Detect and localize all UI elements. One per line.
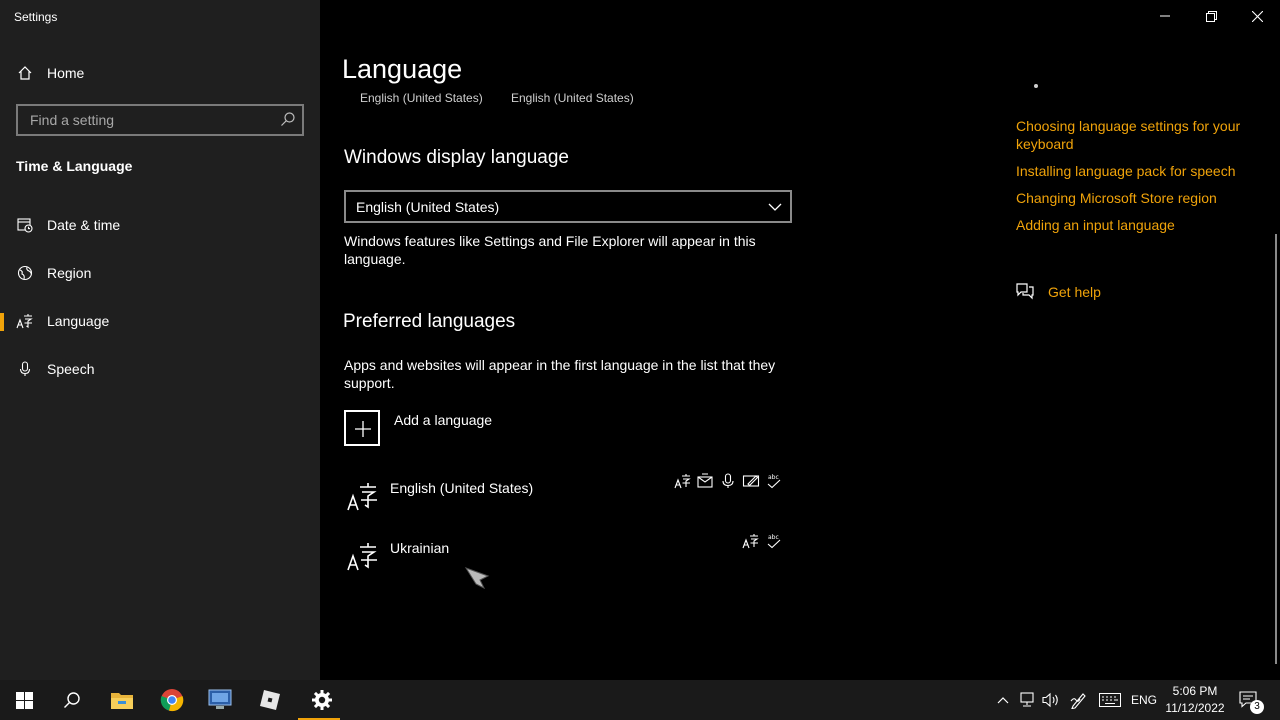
preferred-languages-heading: Preferred languages [343,311,516,332]
taskbar-roblox[interactable] [246,680,294,720]
link-language-pack-speech[interactable]: Installing language pack for speech [1016,162,1266,180]
search-input[interactable] [28,111,272,129]
scrollbar[interactable] [1275,234,1277,664]
sidebar-item-region[interactable]: Region [0,253,320,293]
sidebar-item-label: Date & time [47,217,121,233]
chevron-down-icon [768,200,782,214]
page-title: Language [342,54,463,84]
taskbar-settings[interactable] [298,680,346,720]
display-language-dropdown[interactable]: English (United States) [344,190,792,223]
chevron-up-icon [997,697,1009,704]
restore-icon [1205,10,1217,22]
sidebar-item-language[interactable]: Language [0,301,320,341]
action-center-button[interactable]: 3 [1234,680,1264,720]
search-field[interactable] [16,104,304,136]
chrome-icon [160,689,184,712]
taskbar-file-explorer[interactable] [98,680,146,720]
section-title: Time & Language [16,158,133,174]
language-name: Ukrainian [390,540,450,556]
spellcheck-icon: abc [767,534,781,549]
minimize-button[interactable] [1142,0,1188,32]
roblox-icon [260,690,280,710]
display-language-heading: Windows display language [344,147,569,168]
taskbar-search-button[interactable] [48,680,96,720]
home-icon [16,64,34,82]
settings-gear-icon [312,690,332,710]
sidebar-item-label: Language [47,313,110,329]
language-icon [16,312,34,330]
add-language-button[interactable] [344,410,380,446]
close-icon [1251,10,1263,22]
link-change-store-region[interactable]: Changing Microsoft Store region [1016,189,1266,207]
microphone-icon [16,360,34,378]
taskbar-remote-desktop[interactable] [196,680,244,720]
network-icon [1020,692,1034,707]
app-title: Settings [14,10,58,24]
clock-time: 5:06 PM [1172,684,1218,698]
sidebar: Settings Home Time & Language Date & tim… [0,0,320,680]
sidebar-item-label: Region [47,265,92,281]
text-to-speech-icon [697,473,713,488]
nav-home[interactable]: Home [0,53,320,93]
search-icon[interactable] [280,111,296,127]
spellcheck-icon: abc [767,474,781,489]
display-language-description: Windows features like Settings and File … [344,233,756,267]
handwriting-icon [742,475,760,487]
taskbar: ENG 5:06 PM 11/12/2022 3 [0,680,1280,720]
close-button[interactable] [1234,0,1280,32]
preferred-languages-description: Apps and websites will appear in the fir… [344,357,776,391]
calendar-clock-icon [16,216,34,234]
speech-recognition-icon [722,473,734,488]
touch-keyboard-button[interactable] [1097,680,1123,720]
cutoff-label-right: English (United States) [511,91,634,105]
display-language-value: English (United States) [356,199,500,215]
pen-workspace-icon [1070,693,1086,709]
link-keyboard-language-settings[interactable]: Choosing language settings for your keyb… [1016,117,1266,153]
keyboard-icon [1099,693,1121,707]
globe-icon [16,264,34,282]
cutoff-label-left: English (United States) [360,91,483,105]
svg-text:abc: abc [768,534,779,541]
taskbar-clock[interactable]: 5:06 PM 11/12/2022 [1162,683,1228,717]
file-explorer-icon [111,693,133,709]
clock-date: 11/12/2022 [1165,701,1225,715]
link-add-input-language[interactable]: Adding an input language [1016,216,1266,234]
minimize-icon [1160,15,1170,17]
taskbar-chrome[interactable] [148,680,196,720]
volume-tray-button[interactable] [1040,680,1062,720]
get-help-icon[interactable] [1015,282,1035,305]
svg-text:abc: abc [768,474,779,481]
restore-button[interactable] [1188,0,1234,32]
language-glyph-icon [346,480,378,512]
get-help-link[interactable]: Get help [1048,283,1280,301]
remote-desktop-icon [208,689,232,709]
pen-workspace-button[interactable] [1068,680,1090,720]
language-row-ukrainian[interactable]: Ukrainian abc [344,532,794,588]
start-button[interactable] [0,680,48,720]
search-icon [64,692,80,708]
network-tray-button[interactable] [1016,680,1038,720]
language-name: English (United States) [390,480,534,496]
mouse-cursor-icon [464,567,490,590]
display-language-icon [742,534,759,549]
notification-count-badge: 3 [1250,700,1264,714]
sidebar-item-label: Speech [47,361,95,377]
nav-home-label: Home [47,65,85,81]
input-language-indicator[interactable]: ENG [1128,680,1160,720]
language-glyph-icon [346,540,378,572]
display-language-icon [674,474,691,489]
sidebar-item-speech[interactable]: Speech [0,349,320,389]
windows-start-icon [15,691,33,709]
language-row-english[interactable]: English (United States) abc [344,472,794,528]
truncated-text-fragment [1034,84,1038,88]
add-language-label[interactable]: Add a language [394,412,492,428]
plus-icon [355,421,371,437]
volume-icon [1042,692,1058,708]
show-hidden-icons-button[interactable] [994,680,1012,720]
sidebar-item-date-time[interactable]: Date & time [0,205,320,245]
